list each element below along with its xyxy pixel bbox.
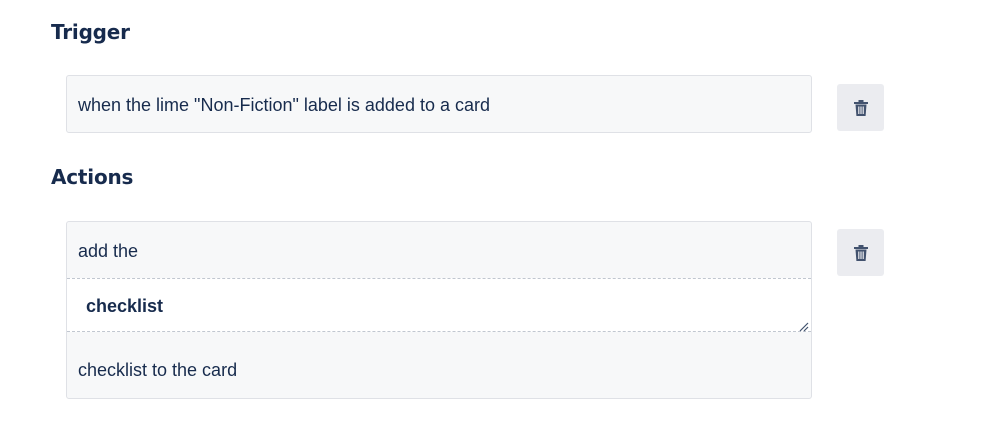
resize-handle-icon[interactable] bbox=[799, 319, 809, 332]
delete-action-button[interactable] bbox=[837, 229, 884, 276]
delete-trigger-button[interactable] bbox=[837, 84, 884, 131]
trigger-text: when the lime "Non-Fiction" label is add… bbox=[78, 95, 490, 115]
trash-icon bbox=[853, 244, 868, 261]
checklist-name-value: checklist bbox=[86, 296, 164, 316]
trigger-box[interactable]: when the lime "Non-Fiction" label is add… bbox=[66, 75, 812, 133]
trigger-heading: Trigger bbox=[51, 20, 130, 44]
actions-heading: Actions bbox=[51, 165, 134, 189]
action-box: add the checklist checklist to the card bbox=[66, 221, 812, 399]
action-prefix-text: add the bbox=[78, 241, 139, 261]
checklist-name-textarea[interactable]: checklist bbox=[67, 278, 811, 332]
action-suffix-text: checklist to the card bbox=[78, 360, 238, 380]
trash-icon bbox=[853, 99, 868, 116]
